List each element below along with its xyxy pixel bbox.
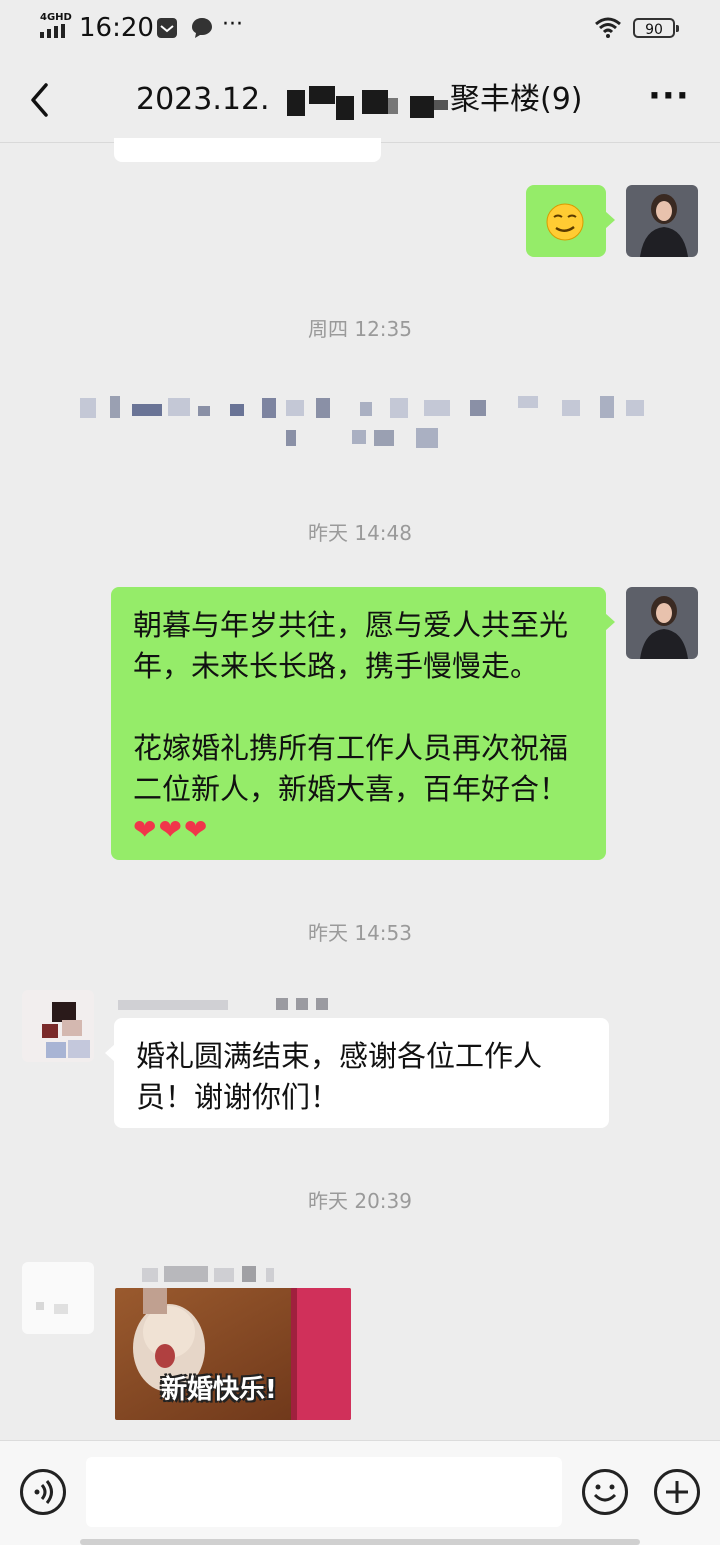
voice-icon[interactable] — [20, 1469, 66, 1515]
chat-title-suffix: 聚丰楼(9) — [450, 82, 583, 117]
redaction-mask — [309, 86, 335, 104]
input-bar — [0, 1440, 720, 1545]
message-text: 花嫁婚礼携所有工作人员再次祝福二位新人，新婚大喜，百年好合！ — [133, 731, 569, 806]
sticker-image[interactable]: 新婚快乐! — [115, 1288, 351, 1420]
redaction-mask — [434, 100, 448, 110]
previous-message-bubble[interactable] — [114, 138, 381, 162]
timestamp: 昨天 14:48 — [308, 521, 412, 545]
redaction-mask — [336, 96, 354, 120]
message-bubble-self[interactable]: 朝暮与年岁共往，愿与爱人共至光年，未来长长路，携手慢慢走。 花嫁婚礼携所有工作人… — [111, 587, 615, 860]
hearts-emoji: ❤❤❤ — [133, 813, 210, 846]
emoji-icon[interactable] — [582, 1469, 628, 1515]
network-type: 4GHD — [40, 12, 72, 23]
battery-indicator: 90 — [633, 18, 679, 38]
more-dots-icon[interactable]: ··· — [648, 76, 690, 116]
message-text: 婚礼圆满结束，感谢各位工作人员！谢谢你们！ — [136, 1039, 543, 1114]
status-time: 16:20 — [79, 13, 154, 43]
sender-name-blurred — [142, 1266, 282, 1284]
contact-avatar[interactable] — [22, 1262, 94, 1334]
message-text: 朝暮与年岁共往，愿与爱人共至光年，未来长长路，携手慢慢走。 — [133, 608, 569, 683]
more-notifications-icon: ··· — [222, 12, 243, 37]
timestamp: 昨天 14:53 — [308, 921, 412, 945]
message-bubble-self[interactable] — [526, 185, 615, 257]
message-icon — [192, 18, 212, 38]
timestamp: 昨天 20:39 — [308, 1189, 412, 1213]
signal-icon — [40, 24, 65, 38]
smirk-emoji-icon — [546, 203, 584, 241]
message-bubble-contact[interactable]: 婚礼圆满结束，感谢各位工作人员！谢谢你们！ — [105, 1018, 609, 1128]
self-avatar[interactable] — [626, 185, 698, 257]
notification-app-icon — [157, 18, 177, 38]
message-input[interactable] — [86, 1457, 562, 1527]
contact-avatar[interactable] — [22, 990, 94, 1062]
blurred-system-message — [40, 382, 680, 462]
redaction-mask — [388, 98, 398, 114]
redaction-mask — [287, 90, 305, 116]
redaction-mask — [410, 96, 434, 118]
chat-header: 2023.12. 聚丰楼(9) ··· — [0, 56, 720, 143]
wifi-icon — [595, 17, 621, 38]
chat-title-prefix: 2023.12. — [136, 82, 270, 117]
timestamp: 周四 12:35 — [308, 317, 412, 341]
redaction-mask — [362, 90, 388, 114]
sender-name-blurred — [118, 998, 348, 1012]
status-bar: 4GHD 16:20 ··· 90 — [0, 0, 720, 56]
self-avatar[interactable] — [626, 587, 698, 659]
sticker-caption: 新婚快乐! — [161, 1375, 277, 1405]
plus-icon[interactable] — [654, 1469, 700, 1515]
bottom-indicator — [80, 1539, 640, 1545]
chevron-left-icon[interactable] — [28, 82, 52, 118]
